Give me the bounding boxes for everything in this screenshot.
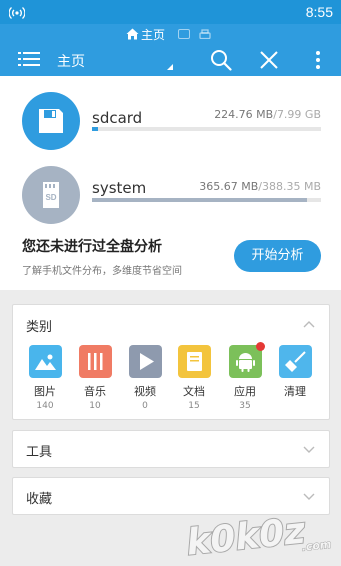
category-clean[interactable]: 清理 xyxy=(275,345,315,401)
video-icon xyxy=(139,353,154,370)
notification-badge xyxy=(255,342,265,351)
storage-name: system xyxy=(92,179,147,197)
sdcard-disk xyxy=(22,92,80,150)
category-label: 应用 xyxy=(234,385,256,398)
category-icon-bg xyxy=(278,345,312,378)
android-icon xyxy=(235,353,255,372)
music-icon xyxy=(87,353,102,370)
category-count: 15 xyxy=(188,401,200,411)
start-analysis-button[interactable]: 开始分析 xyxy=(234,240,321,272)
watermark-logo: k0k0z .com xyxy=(182,503,340,564)
sd-card-icon: SD xyxy=(43,182,59,208)
category-images[interactable]: 图片 140 xyxy=(25,345,65,411)
category-icon-bg xyxy=(78,345,112,378)
chevron-down-icon[interactable] xyxy=(303,446,315,454)
window-tab-icon[interactable] xyxy=(199,29,211,39)
storage-card: sdcard 224.76 MB/7.99 GB SD system 365.6… xyxy=(0,76,341,290)
category-icon-bg xyxy=(28,345,62,378)
category-music[interactable]: 音乐 10 xyxy=(75,345,115,411)
menu-icon[interactable] xyxy=(18,50,40,68)
window-tab-icon[interactable] xyxy=(178,29,190,39)
category-icon-bg xyxy=(128,345,162,378)
app-bar: 主页 主页 xyxy=(0,24,341,76)
category-label: 图片 xyxy=(34,385,56,398)
category-count: 35 xyxy=(239,401,251,411)
chevron-up-icon[interactable] xyxy=(303,320,315,328)
watermark-suffix: .com xyxy=(301,538,332,554)
home-icon xyxy=(126,28,139,40)
category-count: 140 xyxy=(36,401,54,411)
tab-home-label: 主页 xyxy=(141,27,166,42)
category-label: 清理 xyxy=(284,385,306,398)
storage-progress-fill xyxy=(92,198,308,202)
category-apps[interactable]: 应用 35 xyxy=(225,342,265,411)
favorites-title: 收藏 xyxy=(26,492,53,507)
system-disk: SD xyxy=(22,166,80,224)
category-count: 0 xyxy=(142,401,148,411)
analysis-title: 您还未进行过全盘分析 xyxy=(22,239,162,255)
analysis-subtitle: 了解手机文件分布，多维度节省空间 xyxy=(22,266,182,277)
storage-progress-bar xyxy=(92,127,321,131)
category-icon-bg xyxy=(228,342,265,378)
svg-text:SD: SD xyxy=(45,193,56,202)
more-vert-icon[interactable] xyxy=(310,49,326,71)
category-video[interactable]: 视频 0 xyxy=(125,345,165,411)
title-dropdown-indicator[interactable] xyxy=(167,64,173,70)
storage-progress-fill xyxy=(92,127,99,131)
sdcard-icon xyxy=(39,109,63,133)
storage-usage: 365.67 MB/388.35 MB xyxy=(199,180,321,193)
category-label: 音乐 xyxy=(84,385,106,398)
category-label: 文档 xyxy=(183,385,205,398)
broom-icon xyxy=(284,351,306,372)
document-icon xyxy=(186,352,202,371)
watermark-text: k0k0z xyxy=(185,510,309,563)
clock: 8:55 xyxy=(305,4,333,20)
window-tabstrip: 主页 xyxy=(0,24,341,44)
watermark-logo-art: k0k0z .com xyxy=(184,509,333,564)
category-count: 10 xyxy=(89,401,101,411)
tab-home[interactable]: 主页 xyxy=(126,26,165,42)
tools-title: 工具 xyxy=(26,445,53,460)
category-documents[interactable]: 文档 15 xyxy=(174,345,214,411)
status-bar: 8:55 xyxy=(0,0,341,24)
storage-name: sdcard xyxy=(92,109,143,127)
category-label: 视频 xyxy=(134,385,156,398)
tools-panel[interactable]: 工具 xyxy=(12,430,330,468)
storage-usage: 224.76 MB/7.99 GB xyxy=(214,108,321,121)
image-icon xyxy=(34,354,56,370)
chevron-down-icon[interactable] xyxy=(303,493,315,501)
close-icon[interactable] xyxy=(258,49,280,71)
storage-progress-bar xyxy=(92,198,321,202)
page-title: 主页 xyxy=(57,54,85,70)
categories-title: 类别 xyxy=(26,320,53,335)
wireless-signal-icon xyxy=(9,7,25,19)
search-icon[interactable] xyxy=(210,49,232,71)
category-icon-bg xyxy=(177,345,211,378)
categories-panel: 类别 图片 140 音乐 10 视频 0 文档 15 应用 35 清理 xyxy=(12,304,330,420)
